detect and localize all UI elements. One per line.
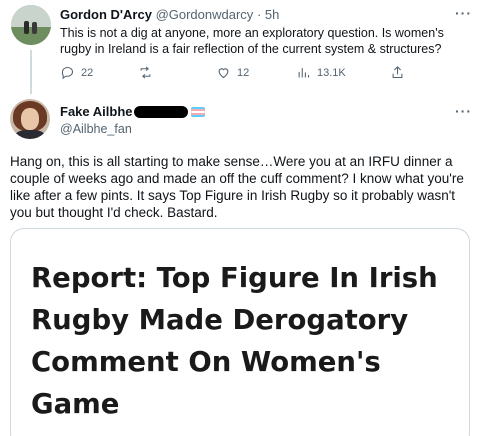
retweet-button[interactable]: [138, 65, 159, 80]
tweet-text: Hang on, this is all starting to make se…: [10, 154, 464, 220]
redaction-bar: [134, 105, 189, 118]
views-count: 13.1K: [317, 66, 346, 79]
like-button[interactable]: 12: [216, 65, 249, 80]
thread-connector: [30, 50, 32, 94]
avatar[interactable]: [10, 99, 50, 139]
like-icon: [218, 68, 229, 79]
share-button[interactable]: [390, 65, 405, 80]
views-button[interactable]: 13.1K: [296, 65, 346, 80]
retweet-icon: [140, 66, 151, 79]
more-icon[interactable]: ···: [455, 103, 472, 119]
reply-button[interactable]: 22: [60, 65, 93, 80]
share-icon: [392, 66, 403, 79]
avatar[interactable]: [11, 5, 51, 45]
avatar-figure: [32, 22, 37, 34]
avatar-body: [15, 130, 45, 139]
reply-icon: [61, 66, 73, 80]
timestamp[interactable]: 5h: [265, 7, 279, 22]
user-handle[interactable]: @Ailbhe_fan: [60, 122, 132, 136]
avatar-field: [11, 27, 51, 45]
link-card[interactable]: Report: Top Figure In Irish Rugby Made D…: [10, 228, 470, 436]
avatar-sky: [11, 5, 51, 27]
avatar-figure: [24, 21, 29, 34]
trans-flag-icon: [191, 106, 206, 117]
more-icon[interactable]: ···: [455, 5, 472, 21]
reply-count: 22: [81, 66, 94, 79]
tweet-header: Gordon D'Arcy @Gordonwdarcy · 5h: [60, 7, 279, 22]
avatar-face: [21, 108, 39, 130]
link-card-headline[interactable]: Report: Top Figure In Irish Rugby Made D…: [31, 257, 461, 425]
display-name[interactable]: Fake Ailbhe: [60, 104, 132, 119]
parent-tweet[interactable]: Gordon D'Arcy @Gordonwdarcy · 5h ··· Thi…: [0, 0, 478, 94]
views-icon: [298, 68, 310, 78]
tweet-header: Fake Ailbhe: [60, 104, 206, 119]
user-handle[interactable]: @Gordonwdarcy: [156, 7, 254, 22]
tweet-actions: 22 12 13.1K: [60, 65, 410, 83]
tweet-text: This is not a dig at anyone, more an exp…: [60, 26, 444, 56]
separator: ·: [256, 7, 262, 22]
display-name[interactable]: Gordon D'Arcy: [60, 7, 152, 22]
like-count: 12: [237, 66, 250, 79]
